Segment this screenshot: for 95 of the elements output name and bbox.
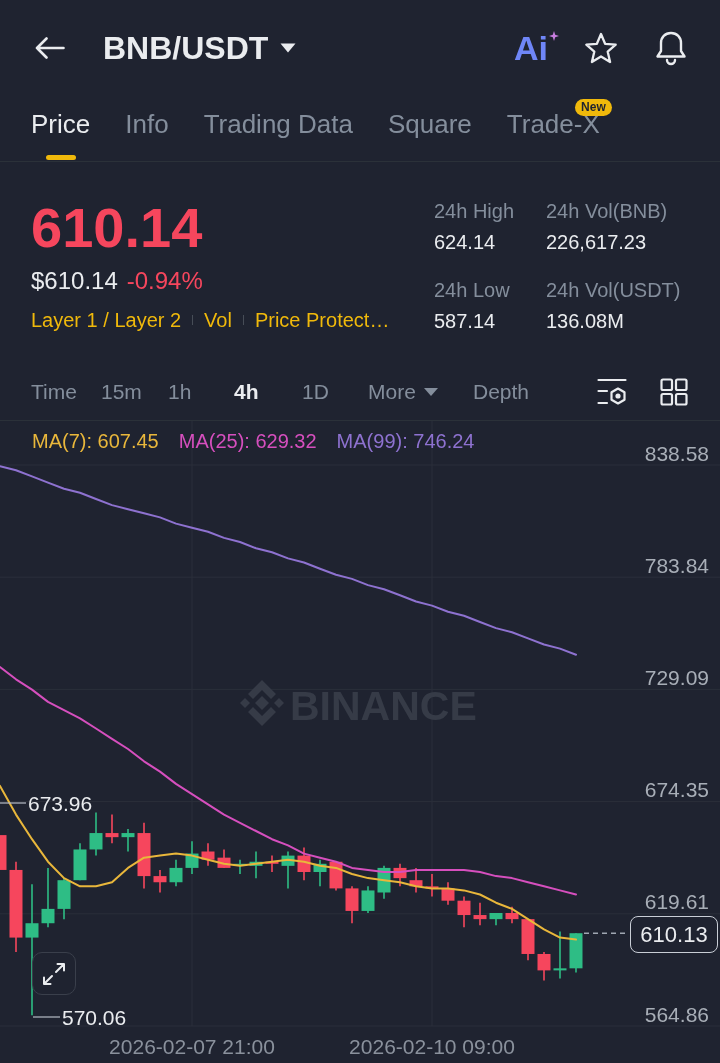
settings-icon — [597, 378, 627, 406]
tab[interactable]: Price — [31, 96, 91, 161]
candlestick — [105, 813, 119, 845]
stat-value: 136.08M — [546, 310, 624, 332]
tag-link[interactable]: Price Protect… — [254, 309, 390, 331]
low-price-label: 570.06 — [62, 1005, 127, 1029]
stat-label: 24h Low — [434, 279, 510, 301]
tab[interactable]: Square — [387, 96, 472, 161]
candlestick — [361, 885, 375, 914]
watermark-logo-icon — [240, 680, 284, 726]
grid-icon — [660, 378, 688, 406]
last-price: 610.14 — [31, 200, 203, 256]
candlestick — [521, 918, 535, 961]
favorite-button[interactable] — [584, 31, 618, 65]
candlestick — [153, 869, 167, 894]
ai-assistant-button[interactable]: Ai — [514, 31, 559, 65]
candlestick — [249, 850, 263, 879]
new-badge: New — [575, 99, 612, 116]
price-axis-label: 564.86 — [644, 1002, 709, 1026]
price-axis-label: 729.09 — [644, 665, 709, 689]
stat-value: 587.14 — [434, 310, 496, 332]
time-axis-label: 2026-02-10 09:00 — [349, 1034, 515, 1058]
price-change: -0.94% — [126, 269, 203, 293]
interval-tab[interactable]: Depth — [473, 380, 530, 404]
expand-button[interactable] — [32, 952, 76, 995]
fiat-price: $610.14 — [31, 269, 118, 293]
notifications-button[interactable] — [654, 30, 688, 66]
candlestick — [473, 901, 487, 927]
tab-underline — [45, 155, 76, 160]
back-arrow-icon — [35, 37, 65, 59]
last-price-label: 610.13 — [630, 916, 718, 953]
interval-tab[interactable]: 4h — [234, 380, 259, 404]
candlestick — [537, 951, 551, 982]
price-axis-label: 674.35 — [644, 778, 709, 802]
price-axis-label: 619.61 — [644, 890, 709, 914]
interval-tab[interactable]: More — [368, 380, 438, 404]
candlestick — [217, 848, 231, 869]
indicator-label: MA(7): 607.45 — [32, 430, 159, 452]
caret-icon — [280, 43, 297, 53]
indicator-label: MA(25): 629.32 — [178, 430, 317, 452]
interval-tab[interactable]: 1h — [168, 380, 192, 404]
bell-icon — [654, 30, 688, 66]
candlestick — [377, 865, 391, 900]
candlestick — [281, 850, 295, 890]
candlestick — [185, 840, 199, 875]
tab[interactable]: Trading Data — [203, 96, 353, 161]
sparkle-icon — [549, 31, 559, 41]
candlestick — [457, 895, 471, 929]
time-axis-label: 2026-02-07 21:00 — [109, 1034, 275, 1058]
candlestick — [553, 930, 567, 980]
tab[interactable]: Trade-X New — [506, 96, 612, 161]
stat-label: 24h Vol(USDT) — [546, 279, 681, 301]
pair-selector[interactable]: BNB/USDT — [103, 32, 297, 64]
interval-tab[interactable]: Time — [31, 380, 77, 404]
candlestick — [121, 828, 135, 853]
high-price-label: 673.96 — [28, 791, 93, 815]
back-button[interactable] — [35, 37, 65, 59]
candlestick — [569, 932, 583, 974]
candlestick — [0, 835, 7, 870]
interval-tab[interactable]: 15m — [101, 380, 142, 404]
leader-line — [32, 1016, 61, 1018]
indicator-settings-button[interactable] — [597, 378, 627, 406]
expand-icon — [42, 961, 66, 986]
stat-label: 24h High — [434, 200, 515, 222]
candlestick — [409, 867, 423, 894]
candlestick — [73, 842, 87, 881]
candlestick — [425, 873, 439, 898]
candlestick — [137, 822, 151, 890]
price-axis-label: 838.58 — [644, 441, 709, 465]
candlestick — [297, 846, 311, 881]
candlestick — [169, 858, 183, 888]
layout-button[interactable] — [660, 378, 688, 406]
tag-link[interactable]: Vol — [204, 309, 232, 331]
tab[interactable]: Info — [125, 96, 169, 161]
star-icon — [584, 31, 618, 65]
candlestick — [489, 912, 503, 927]
indicator-label: MA(99): 746.24 — [336, 430, 475, 452]
tag-link[interactable]: Layer 1 / Layer 2 — [31, 309, 182, 331]
candlestick — [345, 885, 359, 925]
candlestick — [201, 842, 215, 867]
stat-label: 24h Vol(BNB) — [546, 200, 668, 222]
candlestick — [505, 906, 519, 925]
stat-value: 226,617.23 — [546, 231, 647, 253]
candlestick — [441, 881, 455, 906]
interval-tab[interactable]: 1D — [302, 380, 329, 404]
candlestick — [41, 867, 55, 929]
candlestick — [313, 858, 327, 888]
price-axis-label: 783.84 — [644, 553, 709, 577]
candlestick — [57, 877, 71, 920]
candlestick — [265, 854, 279, 873]
candlestick — [89, 811, 103, 857]
leader-line — [0, 802, 27, 804]
caret-icon — [423, 388, 438, 396]
stat-value: 624.14 — [434, 231, 496, 253]
candlestick — [393, 863, 407, 888]
